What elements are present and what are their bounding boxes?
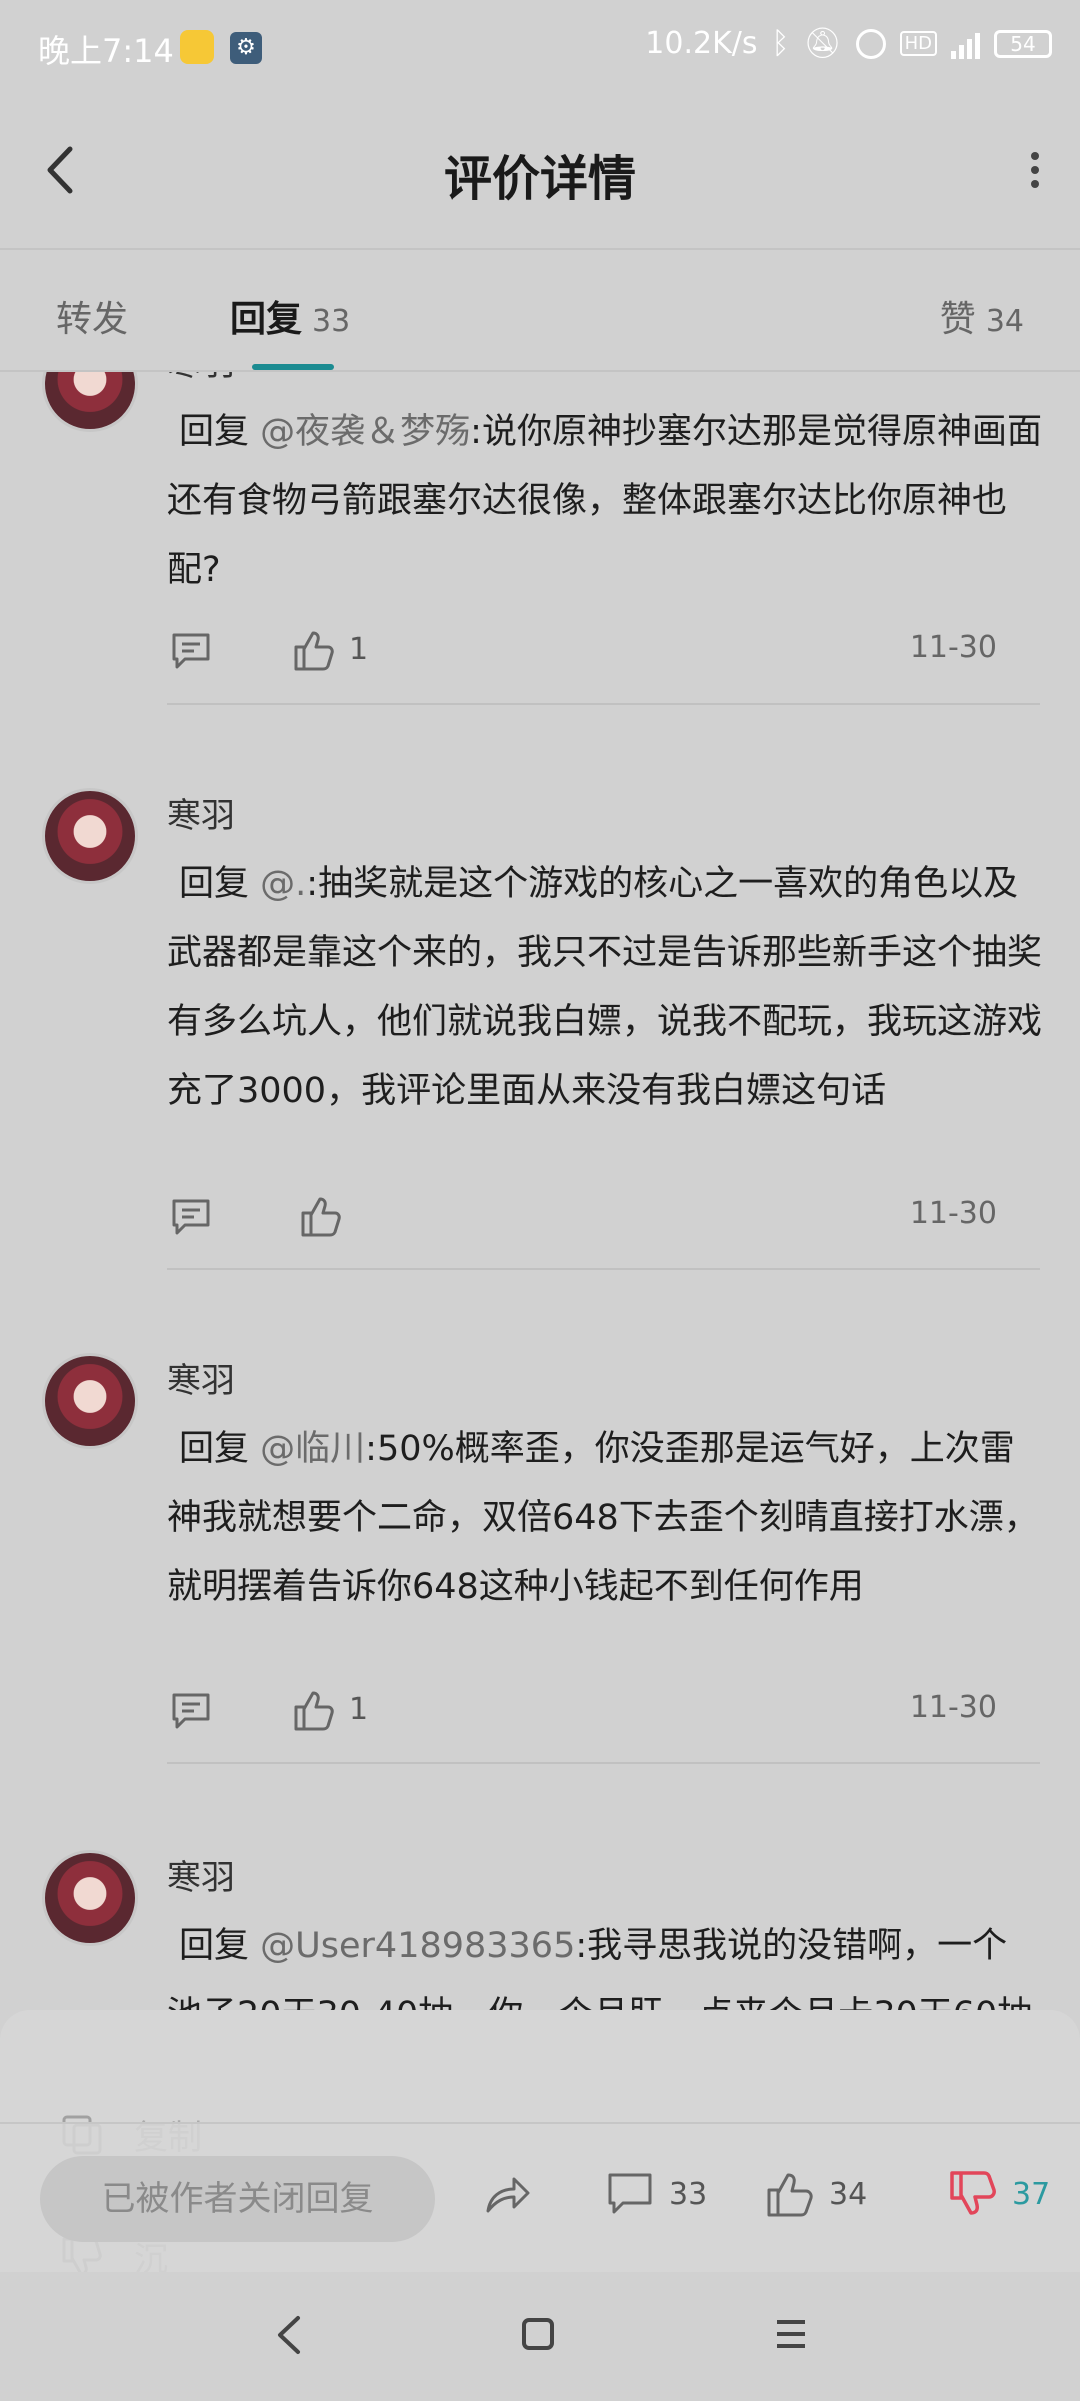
comment-icon[interactable] bbox=[171, 632, 211, 670]
top-app-bar: 评价详情 bbox=[0, 95, 1080, 250]
thumbs-down-icon bbox=[950, 2171, 996, 2215]
avatar[interactable] bbox=[42, 1850, 138, 1946]
thumbs-up-icon[interactable] bbox=[292, 1688, 336, 1732]
thumbs-up-icon[interactable] bbox=[292, 628, 336, 672]
thumbs-up-icon bbox=[767, 2173, 813, 2217]
system-navigation-bar bbox=[0, 2272, 1080, 2400]
nav-home-icon[interactable] bbox=[520, 2316, 556, 2352]
battery-icon: 54 bbox=[994, 29, 1052, 58]
active-tab-indicator bbox=[252, 364, 334, 370]
reply-prefix: 回复 bbox=[179, 1429, 250, 1469]
dislike-count: 37 bbox=[1012, 2176, 1051, 2212]
like-count: 1 bbox=[349, 1692, 369, 1727]
settings-notification-icon: ⚙ bbox=[230, 32, 262, 64]
dislike-button[interactable]: 37 bbox=[948, 2169, 1050, 2219]
thumbs-up-icon[interactable] bbox=[299, 1194, 343, 1238]
share-button[interactable] bbox=[482, 2169, 532, 2219]
tab-forward-label: 转发 bbox=[56, 299, 129, 340]
divider bbox=[167, 703, 1040, 705]
hd-badge: HD bbox=[899, 31, 937, 56]
bluetooth-icon: ᛒ bbox=[771, 26, 790, 61]
page-title: 评价详情 bbox=[443, 151, 636, 207]
more-options-icon[interactable] bbox=[1028, 150, 1042, 190]
tab-reply-count: 33 bbox=[312, 304, 351, 339]
avatar[interactable] bbox=[42, 372, 138, 432]
divider bbox=[167, 1268, 1040, 1270]
network-speed: 10.2K/s bbox=[645, 26, 758, 61]
reply-input-disabled[interactable]: 已被作者关闭回复 bbox=[40, 2156, 435, 2242]
tab-reply-label: 回复 bbox=[230, 299, 303, 340]
comment-button[interactable]: 33 bbox=[605, 2169, 707, 2219]
bottom-action-bar: 已被作者关闭回复 33 34 37 bbox=[0, 2122, 1080, 2274]
notification-app-icon bbox=[180, 30, 214, 64]
mention-link[interactable]: @夜袭＆梦殇 bbox=[260, 412, 470, 452]
status-bar: 晚上7:14 ⚙ 10.2K/s ᛒ 🔕︎ HD 54 bbox=[0, 0, 1080, 95]
comment-count: 33 bbox=[669, 2176, 708, 2212]
reply-username[interactable]: 寒羽 bbox=[167, 788, 235, 837]
tab-forward[interactable]: 转发 bbox=[56, 290, 128, 342]
mention-link[interactable]: @临川 bbox=[260, 1429, 365, 1469]
avatar[interactable] bbox=[42, 788, 138, 884]
comment-icon[interactable] bbox=[171, 1692, 211, 1730]
comment-icon[interactable] bbox=[171, 1198, 211, 1236]
reply-prefix: 回复 bbox=[179, 1926, 250, 1966]
reply-actions: 1 11-30 bbox=[167, 626, 997, 676]
reply-text: 回复 @夜袭＆梦殇:说你原神抄塞尔达那是觉得原神画面还有食物弓箭跟塞尔达很像，整… bbox=[167, 398, 1042, 605]
reply-list[interactable]: 寒羽 回复 @夜袭＆梦殇:说你原神抄塞尔达那是觉得原神画面还有食物弓箭跟塞尔达很… bbox=[0, 372, 1080, 2122]
reply-username[interactable]: 寒羽 bbox=[167, 1850, 235, 1899]
tab-like-label: 赞 bbox=[939, 299, 976, 340]
signal-icon bbox=[951, 29, 980, 59]
avatar[interactable] bbox=[42, 1353, 138, 1449]
alarm-icon bbox=[855, 28, 886, 59]
status-indicators: 10.2K/s ᛒ 🔕︎ HD 54 bbox=[645, 26, 1052, 61]
reply-username[interactable]: 寒羽 bbox=[167, 372, 235, 385]
mute-bell-icon: 🔕︎ bbox=[803, 26, 842, 61]
mention-link[interactable]: @. bbox=[260, 864, 306, 904]
share-icon bbox=[486, 2177, 530, 2213]
detail-tabs: 转发 回复 33 赞 34 bbox=[0, 248, 1080, 372]
reply-text: 回复 @.:抽奖就是这个游戏的核心之一喜欢的角色以及武器都是靠这个来的，我只不过… bbox=[167, 850, 1042, 1126]
tab-like[interactable]: 赞 34 bbox=[940, 290, 1024, 342]
reply-actions: 1 11-30 bbox=[167, 1686, 997, 1736]
tab-like-count: 34 bbox=[985, 304, 1024, 339]
like-count: 1 bbox=[349, 632, 369, 667]
reply-username[interactable]: 寒羽 bbox=[167, 1353, 235, 1402]
divider bbox=[167, 1762, 1040, 1764]
like-button[interactable]: 34 bbox=[765, 2169, 867, 2219]
reply-prefix: 回复 bbox=[179, 412, 250, 452]
reply-prefix: 回复 bbox=[179, 864, 250, 904]
nav-recents-icon[interactable] bbox=[773, 2316, 809, 2352]
tab-reply[interactable]: 回复 33 bbox=[230, 290, 350, 342]
status-time: 晚上7:14 bbox=[38, 32, 174, 70]
reply-date: 11-30 bbox=[909, 1690, 997, 1725]
mention-link[interactable]: @User418983365 bbox=[260, 1926, 575, 1966]
reply-date: 11-30 bbox=[909, 1196, 997, 1231]
reply-actions: 11-30 bbox=[167, 1192, 997, 1242]
like-count: 34 bbox=[829, 2176, 868, 2212]
reply-date: 11-30 bbox=[909, 630, 997, 665]
reply-text: 回复 @临川:50%概率歪，你没歪那是运气好，上次雷神我就想要个二命，双倍648… bbox=[167, 1415, 1042, 1622]
comment-icon bbox=[608, 2173, 652, 2214]
nav-back-icon[interactable] bbox=[272, 2312, 308, 2358]
